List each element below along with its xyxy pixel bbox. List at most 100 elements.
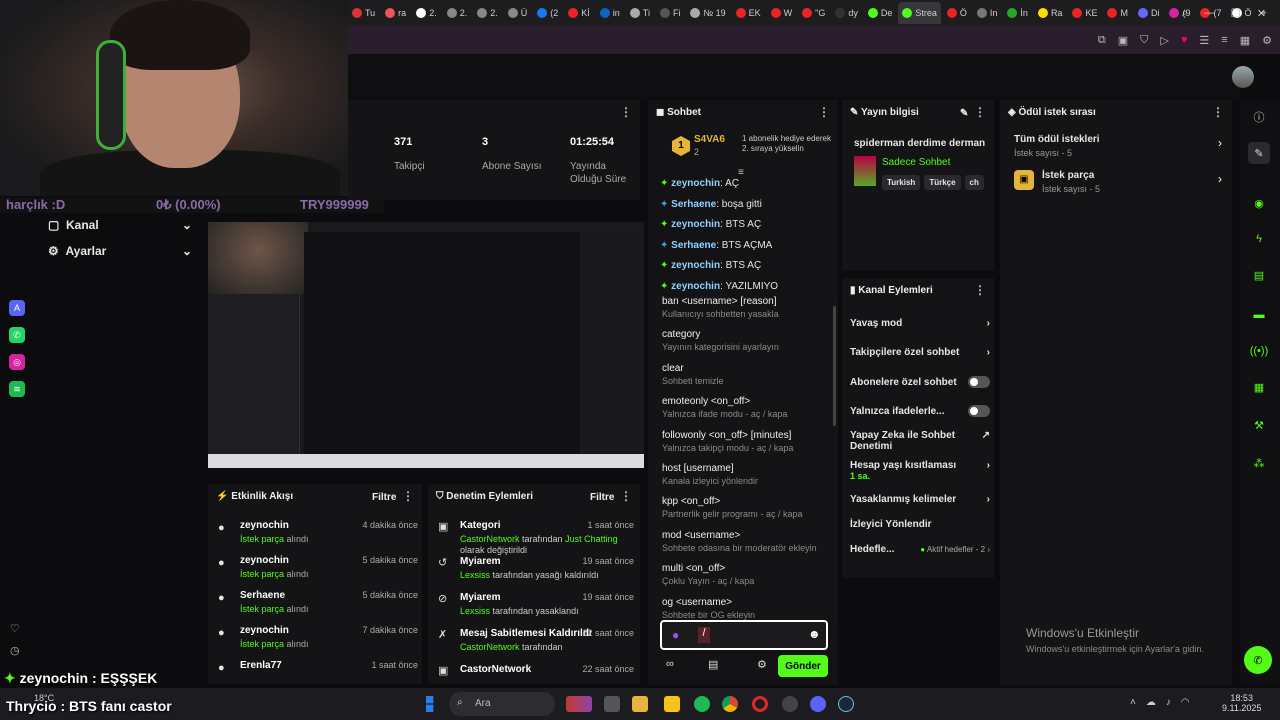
layers-icon[interactable]: ▦ [1248, 376, 1270, 398]
scrollbar[interactable] [833, 306, 836, 426]
browser-tab[interactable]: 2. [412, 2, 441, 24]
event-row[interactable]: ● zeynochin İstek parça alındı 4 dakika önc… [218, 520, 418, 544]
gear-icon[interactable]: ⚙ [757, 658, 767, 671]
nav-channel[interactable]: ▢ Kanal ⌄ [40, 212, 200, 238]
tag[interactable]: Türkçe [924, 175, 961, 190]
edit-icon[interactable]: ✎ [1248, 142, 1270, 164]
event-row[interactable]: ● Erenla77 1 saat önce [218, 660, 418, 674]
event-row[interactable]: ● zeynochin İstek parça alındı 5 dakika önc… [218, 555, 418, 579]
browser-tab[interactable]: Strea [898, 2, 941, 24]
whatsapp-icon[interactable]: ✆ [9, 327, 25, 343]
pinned-gifter[interactable]: 1 S4VA6 2 1 abonelik hediye ederek 2. sı… [658, 134, 834, 164]
help-icon[interactable]: ✆ [1244, 646, 1272, 674]
wifi-icon[interactable]: ◠ [1181, 697, 1190, 708]
browser-tab[interactable]: Ü [504, 2, 532, 24]
more-icon[interactable]: ⋮ [620, 105, 632, 119]
moderation-row[interactable]: ⊘ Myiarem Lexsiss tarafından yasaklandı 19 … [438, 592, 634, 617]
command-item[interactable]: multi <on_off> Çoklu Yayın - aç / kapa [662, 563, 754, 586]
chevron-up-icon[interactable]: ˄ [1130, 697, 1136, 708]
browser-tab[interactable]: "G [798, 2, 829, 24]
emoji-icon[interactable]: ☻ [808, 627, 821, 641]
browser-tab[interactable]: 2. [473, 2, 502, 24]
moderation-row[interactable]: ▣ CastorNetwork 22 saat önce [438, 664, 634, 678]
command-item[interactable]: mod <username> Sohbete odasına bir modera… [662, 530, 817, 553]
browser-tab[interactable]: in [596, 2, 624, 24]
browser-tab[interactable]: EK [732, 2, 765, 24]
browser-tab[interactable]: ra [381, 2, 410, 24]
minimize-icon[interactable]: — [1204, 7, 1215, 19]
browser-tab[interactable]: De [864, 2, 897, 24]
chrome-icon[interactable] [722, 696, 738, 712]
spotify-icon[interactable] [694, 696, 710, 712]
microphone-icon[interactable]: ● [672, 628, 679, 642]
command-item[interactable]: kpp <on_off> Partnerlik gelir programı - … [662, 496, 803, 519]
chat-user[interactable]: zeynochin [671, 260, 720, 271]
chat-message[interactable]: ✦ zeynochin: BTS AÇ [660, 260, 761, 271]
folder-icon[interactable] [664, 696, 680, 712]
browser-tab[interactable]: Ra [1034, 2, 1067, 24]
stream-preview[interactable] [208, 222, 644, 468]
document-icon[interactable]: ▤ [1248, 264, 1270, 286]
avatar[interactable] [1232, 66, 1254, 88]
browser-tab[interactable]: Fi [656, 2, 685, 24]
screenshot-icon[interactable]: ▣ [1118, 34, 1128, 47]
song-request-item[interactable]: ▣ İstek parça İstek sayısı - 5 › [1014, 170, 1222, 194]
tag[interactable]: ch [964, 175, 984, 190]
chat-user[interactable]: zeynochin [671, 178, 720, 189]
clock[interactable]: 18:53 9.11.2025 [1222, 693, 1261, 713]
chat-message[interactable]: ✦ zeynochin: YAZILMIYO [660, 281, 778, 292]
subs-only-toggle[interactable] [968, 376, 990, 388]
event-row[interactable]: ● zeynochin İstek parça alındı 7 dakika önc… [218, 625, 418, 649]
app-icon[interactable]: A [9, 300, 25, 316]
moderation-row[interactable]: ↺ Myiarem Lexsiss tarafından yasağı kaldır… [438, 556, 634, 581]
files-icon[interactable] [632, 696, 648, 712]
browser-tab[interactable]: (2 [533, 2, 562, 24]
command-item[interactable]: followonly <on_off> [minutes] Yalnızca ta… [662, 430, 793, 453]
info-icon[interactable]: ⓘ [1248, 106, 1270, 128]
ai-moderation[interactable]: Yapay Zeka ile Sohbet Denetimi ↗ [850, 430, 990, 452]
browser-tab[interactable]: Tu [348, 2, 379, 24]
emotes-only-toggle[interactable] [968, 405, 990, 417]
clock-icon[interactable]: ◷ [10, 644, 20, 657]
broadcast-icon[interactable]: ((•)) [1248, 340, 1270, 362]
menu-icon[interactable]: ≡ [1221, 34, 1227, 46]
chat-message[interactable]: ✦ Serhaene: boşa gitti [660, 199, 762, 210]
filter-button[interactable]: Filtre [590, 492, 614, 503]
restore-icon[interactable]: ❐ [1231, 7, 1241, 20]
list-icon[interactable]: ☰ [1199, 34, 1209, 47]
discord-icon[interactable] [810, 696, 826, 712]
app-tray-icon[interactable]: ☁ [1146, 697, 1156, 708]
nodes-icon[interactable]: ⁂ [1248, 452, 1270, 474]
widget-icon[interactable] [566, 696, 592, 712]
banned-words[interactable]: Yasaklanmış kelimeler › [850, 494, 990, 505]
more-icon[interactable]: ⋮ [620, 489, 632, 503]
gift-icon[interactable]: ▤ [708, 658, 718, 671]
browser-tab[interactable]: Ti [626, 2, 654, 24]
obs-icon[interactable] [782, 696, 798, 712]
event-row[interactable]: ● Serhaene İstek parça alındı 5 dakika önce [218, 590, 418, 614]
bolt-icon[interactable]: ϟ [1248, 228, 1270, 250]
browser-tab[interactable]: In [973, 2, 1002, 24]
account-age[interactable]: Hesap yaşı kısıtlaması 1 sa. › [850, 460, 990, 482]
opera-icon[interactable] [752, 696, 768, 712]
tag[interactable]: Turkish [882, 175, 921, 190]
heart-icon[interactable]: ♥ [1181, 34, 1188, 46]
play-icon[interactable]: ▷ [1160, 34, 1168, 47]
command-item[interactable]: category Yayının kategorisini ayarlayın [662, 329, 779, 352]
emotes-only[interactable]: Yalnızca ifadelerle... [850, 405, 990, 417]
steam-icon[interactable] [838, 696, 854, 712]
command-item[interactable]: clear Sohbeti temizle [662, 363, 724, 386]
more-icon[interactable]: ⋮ [818, 105, 830, 119]
filter-button[interactable]: Filtre [372, 492, 396, 503]
spotify-icon[interactable]: ≋ [9, 381, 25, 397]
browser-tab[interactable]: İn [1003, 2, 1032, 24]
moderation-row[interactable]: ✗ Mesaj Sabitlemesi Kaldırıldı CastorNetwo… [438, 628, 634, 653]
browser-tab[interactable]: M [1103, 2, 1132, 24]
taskview-icon[interactable] [604, 696, 620, 712]
more-icon[interactable]: ⋮ [974, 105, 986, 119]
browser-tab[interactable]: Kİ [564, 2, 594, 24]
stream-category[interactable]: Sadece Sohbet [882, 157, 950, 168]
chat-message[interactable]: ✦ zeynochin: AÇ [660, 178, 739, 189]
browser-tab[interactable]: Ö [943, 2, 971, 24]
instagram-icon[interactable]: ◎ [9, 354, 25, 370]
